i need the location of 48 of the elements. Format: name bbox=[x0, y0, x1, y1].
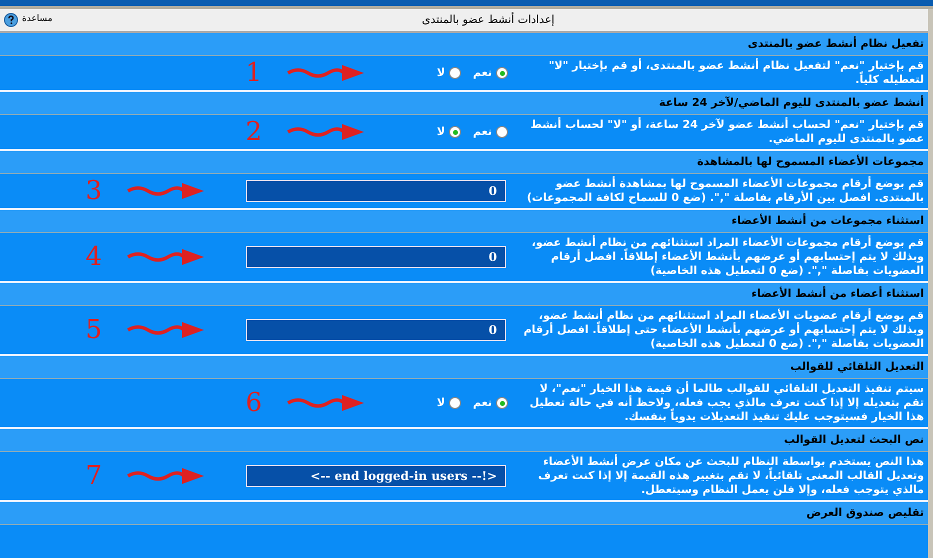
annotation-number: 7 bbox=[85, 462, 102, 490]
setting-description: هذا النص يستخدم بواسطة النظام للبحث عن مكان عرض أنشط الأعضاء وتعديل القالب المعنى تلقائياً، لا تقم بتغيير هذه القيمة إلا إذا كنت تعرف مالذي يتوجب فعله، وإلا فلن يعمل النظام وسيتعطل. bbox=[537, 455, 925, 497]
setting-description: سيتم تنفيذ التعديل التلقائي للقوالب طالما أن قيمة هذا الخيار "نعم"، لا تقم بتعديله إلا إذا كنت تعرف مالذي يجب فعله، ولاحظ أنه في حالة تعطيل هذا الخيار فسيتوجب عليك تنفيذ التعديلات يدوياً بنفسك. bbox=[528, 382, 925, 424]
page-title: إعدادات أنشط عضو بالمنتدى bbox=[420, 12, 556, 28]
setting-title: تقليص صندوق العرض bbox=[806, 504, 924, 521]
text-field[interactable]: 0 bbox=[246, 246, 506, 268]
help-icon bbox=[4, 13, 18, 27]
text-field[interactable]: 0 bbox=[246, 180, 506, 202]
setting-title: أنشط عضو بالمنتدى لليوم الماضي/لآخر 24 ساعة bbox=[659, 94, 924, 111]
wavy-arrow-icon bbox=[126, 181, 206, 201]
annotation-number: 6 bbox=[245, 389, 262, 417]
radio-button[interactable] bbox=[496, 67, 508, 79]
wavy-arrow-icon bbox=[286, 122, 366, 142]
radio-option[interactable]: نعم bbox=[473, 124, 508, 140]
setting-description: قم بوضع أرقام عضويات الأعضاء المراد استثنائهم من نظام أنشط عضو، وبذلك لا يتم إحتسابهم أو عرضهم بأنشط الأعضاء حتى إطلاقاً. افصل أرقام العضويات بفاصلة ",". (ضع 0 لتعطيل هذه الخاصية) bbox=[522, 309, 925, 351]
wavy-arrow-icon bbox=[126, 320, 206, 340]
setting-title: استثناء أعضاء من أنشط الأعضاء bbox=[751, 286, 924, 302]
radio-button[interactable] bbox=[449, 126, 462, 138]
setting-title: مجموعات الأعضاء المسموح لها بالمشاهدة bbox=[697, 154, 924, 170]
radio-button[interactable] bbox=[449, 67, 462, 79]
radio-button[interactable] bbox=[496, 126, 508, 138]
annotation-number: 5 bbox=[85, 316, 102, 344]
text-field[interactable]: <!-- end logged-in users --> bbox=[246, 465, 506, 487]
wavy-arrow-icon bbox=[286, 63, 366, 83]
help-link[interactable]: مساعدة bbox=[4, 13, 52, 27]
wavy-arrow-icon bbox=[126, 466, 206, 486]
annotation-number: 3 bbox=[85, 177, 102, 205]
annotation-number: 2 bbox=[245, 118, 262, 146]
text-field[interactable]: 0 bbox=[246, 319, 506, 341]
setting-description: قم بإختيار "نعم" لتفعيل نظام أنشط عضو بالمنتدى، أو قم بإختيار "لا" لتعطيله كلياً. bbox=[548, 59, 925, 87]
annotation-number: 4 bbox=[85, 243, 102, 271]
wavy-arrow-icon bbox=[126, 247, 206, 267]
radio-option[interactable]: لا bbox=[436, 124, 462, 140]
radio-button[interactable] bbox=[496, 397, 508, 409]
setting-title: التعديل التلقائي للقوالب bbox=[790, 358, 924, 375]
setting-title: تفعيل نظام أنشط عضو بالمنتدى bbox=[748, 36, 924, 52]
radio-option[interactable]: لا bbox=[436, 64, 462, 82]
setting-title: نص البحث لتعديل القوالب bbox=[784, 432, 924, 448]
setting-description: قم بإختيار "نعم" لحساب أنشط عضو لآخر 24 ساعة، أو "لا" لحساب أنشط عضو بالمنتدى لليوم الماضي. bbox=[529, 118, 925, 146]
setting-title: استثناء مجموعات من أنشط الأعضاء bbox=[732, 212, 924, 229]
radio-option[interactable]: لا bbox=[436, 394, 462, 412]
radio-option[interactable]: نعم bbox=[473, 64, 508, 82]
radio-button[interactable] bbox=[449, 397, 462, 409]
annotation-number: 1 bbox=[245, 59, 262, 87]
setting-description: قم بوضع أرقام مجموعات الأعضاء المسموح لها بمشاهدة أنشط عضو بالمنتدى. افصل بين الأرقام بفاصلة ",". (ضع 0 للسماح لكافة المجموعات) bbox=[526, 177, 925, 205]
wavy-arrow-icon bbox=[286, 393, 366, 413]
setting-description: قم بوضع أرقام مجموعات الأعضاء المراد استثنائهم من نظام أنشط عضو، وبذلك لا يتم إحتسابهم أو عرضهم بأنشط الأعضاء إطلاقاً. افصل أرقام العضويات بفاصلة ",". (ضع 0 لتعطيل هذه الخاصية) bbox=[530, 236, 925, 278]
radio-option[interactable]: نعم bbox=[473, 394, 508, 412]
